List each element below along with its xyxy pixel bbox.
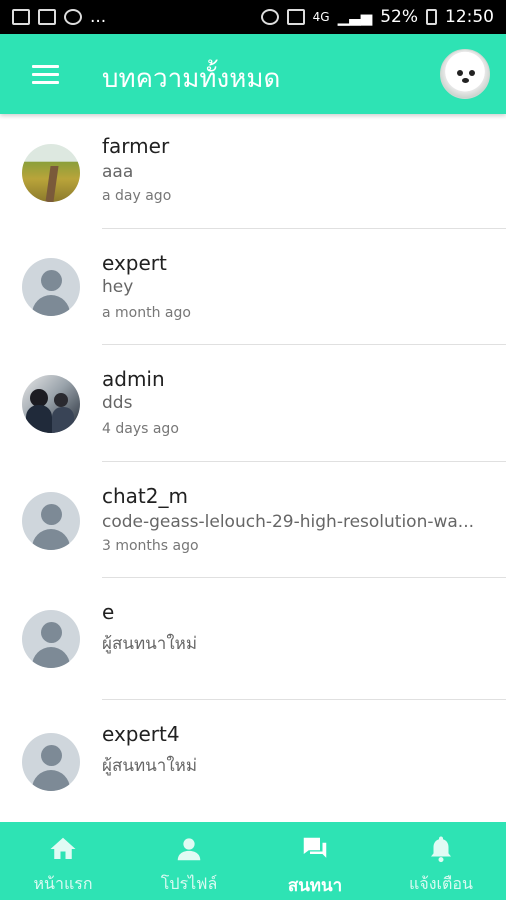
- alarm-icon: [260, 9, 279, 25]
- avatar-path: [45, 166, 59, 202]
- chat-message: dds: [102, 393, 133, 413]
- chat-name: farmer: [102, 134, 170, 158]
- photo-person: [26, 405, 52, 433]
- notification-overflow: ...: [90, 7, 107, 27]
- avatar-eye: [469, 70, 475, 76]
- avatar-eye: [457, 70, 463, 76]
- avatar: [22, 375, 80, 433]
- chat-row-admin[interactable]: admin dds 4 days ago: [0, 347, 506, 464]
- chat-row-e[interactable]: e ผู้สนทนาใหม่: [0, 580, 506, 700]
- nav-home[interactable]: หน้าแรก: [0, 822, 126, 900]
- chat-name: admin: [102, 367, 165, 391]
- person-icon: [177, 838, 201, 861]
- usb-icon: [64, 9, 82, 25]
- nav-label: หน้าแรก: [33, 874, 93, 893]
- nav-chat[interactable]: สนทนา: [252, 822, 378, 900]
- avatar: [22, 610, 80, 668]
- person-head: [41, 622, 62, 643]
- chat-name: expert4: [102, 722, 180, 746]
- nav-label: สนทนา: [287, 876, 343, 896]
- mute-icon: [286, 9, 305, 25]
- chat-name: expert: [102, 251, 167, 275]
- chat-row-chat2-m[interactable]: chat2_m code-geass-lelouch-29-high-resol…: [0, 464, 506, 581]
- avatar-nose: [462, 78, 469, 83]
- photo-person: [54, 393, 68, 407]
- chat-row-farmer[interactable]: farmer aaa a day ago: [0, 114, 506, 231]
- chat-icon: [303, 837, 327, 858]
- person-head: [41, 504, 62, 525]
- chat-time: 4 days ago: [102, 421, 179, 437]
- avatar: [22, 733, 80, 791]
- hamburger-icon[interactable]: [32, 65, 59, 85]
- chat-message: ผู้สนทนาใหม่: [102, 756, 198, 776]
- nav-label: แจ้งเตือน: [409, 874, 473, 893]
- divider: [102, 344, 506, 345]
- person-body: [32, 295, 70, 316]
- chat-time: 3 months ago: [102, 538, 199, 554]
- divider: [102, 228, 506, 229]
- photo-person: [52, 407, 74, 433]
- status-right: 4G ▁▃▅ 52% 12:50: [260, 7, 494, 27]
- nav-label: โปรไฟล์: [160, 874, 218, 893]
- gallery-icon: [12, 9, 30, 25]
- chat-list: farmer aaa a day ago expert hey a month …: [0, 114, 506, 822]
- network-type: 4G: [312, 10, 330, 24]
- chat-name: chat2_m: [102, 484, 188, 508]
- chat-message: hey: [102, 277, 134, 297]
- chat-time: a month ago: [102, 305, 191, 321]
- chat-message: code-geass-lelouch-29-high-resolution-wa…: [102, 512, 475, 532]
- clock: 12:50: [445, 7, 494, 27]
- chat-name: e: [102, 600, 115, 624]
- page-title: บทความทั้งหมด: [102, 64, 281, 94]
- avatar: [22, 258, 80, 316]
- divider: [102, 577, 506, 578]
- avatar: [22, 492, 80, 550]
- chat-row-expert[interactable]: expert hey a month ago: [0, 231, 506, 348]
- person-head: [41, 270, 62, 291]
- battery-icon: [426, 9, 437, 25]
- nav-profile[interactable]: โปรไฟล์: [126, 822, 252, 900]
- home-icon: [50, 837, 76, 859]
- chat-row-expert4[interactable]: expert4 ผู้สนทนาใหม่: [0, 702, 506, 819]
- image-icon: [38, 9, 56, 25]
- divider: [102, 699, 506, 700]
- chat-message: aaa: [102, 162, 134, 182]
- app-bar: บทความทั้งหมด: [0, 34, 506, 114]
- divider: [102, 461, 506, 462]
- battery-percent: 52%: [380, 7, 418, 27]
- person-body: [32, 529, 70, 550]
- status-left: ...: [12, 7, 106, 27]
- signal-icon: ▁▃▅: [337, 8, 373, 26]
- chat-time: a day ago: [102, 188, 172, 204]
- status-bar: ... 4G ▁▃▅ 52% 12:50: [0, 0, 506, 34]
- chat-message: ผู้สนทนาใหม่: [102, 634, 198, 654]
- nav-notifications[interactable]: แจ้งเตือน: [378, 822, 504, 900]
- bell-icon: [431, 836, 451, 863]
- bottom-nav: หน้าแรก โปรไฟล์ สนทนา แจ้งเตือน: [0, 822, 506, 900]
- person-body: [32, 647, 70, 668]
- profile-avatar[interactable]: [440, 49, 490, 99]
- avatar: [22, 144, 80, 202]
- person-body: [32, 770, 70, 791]
- person-head: [41, 745, 62, 766]
